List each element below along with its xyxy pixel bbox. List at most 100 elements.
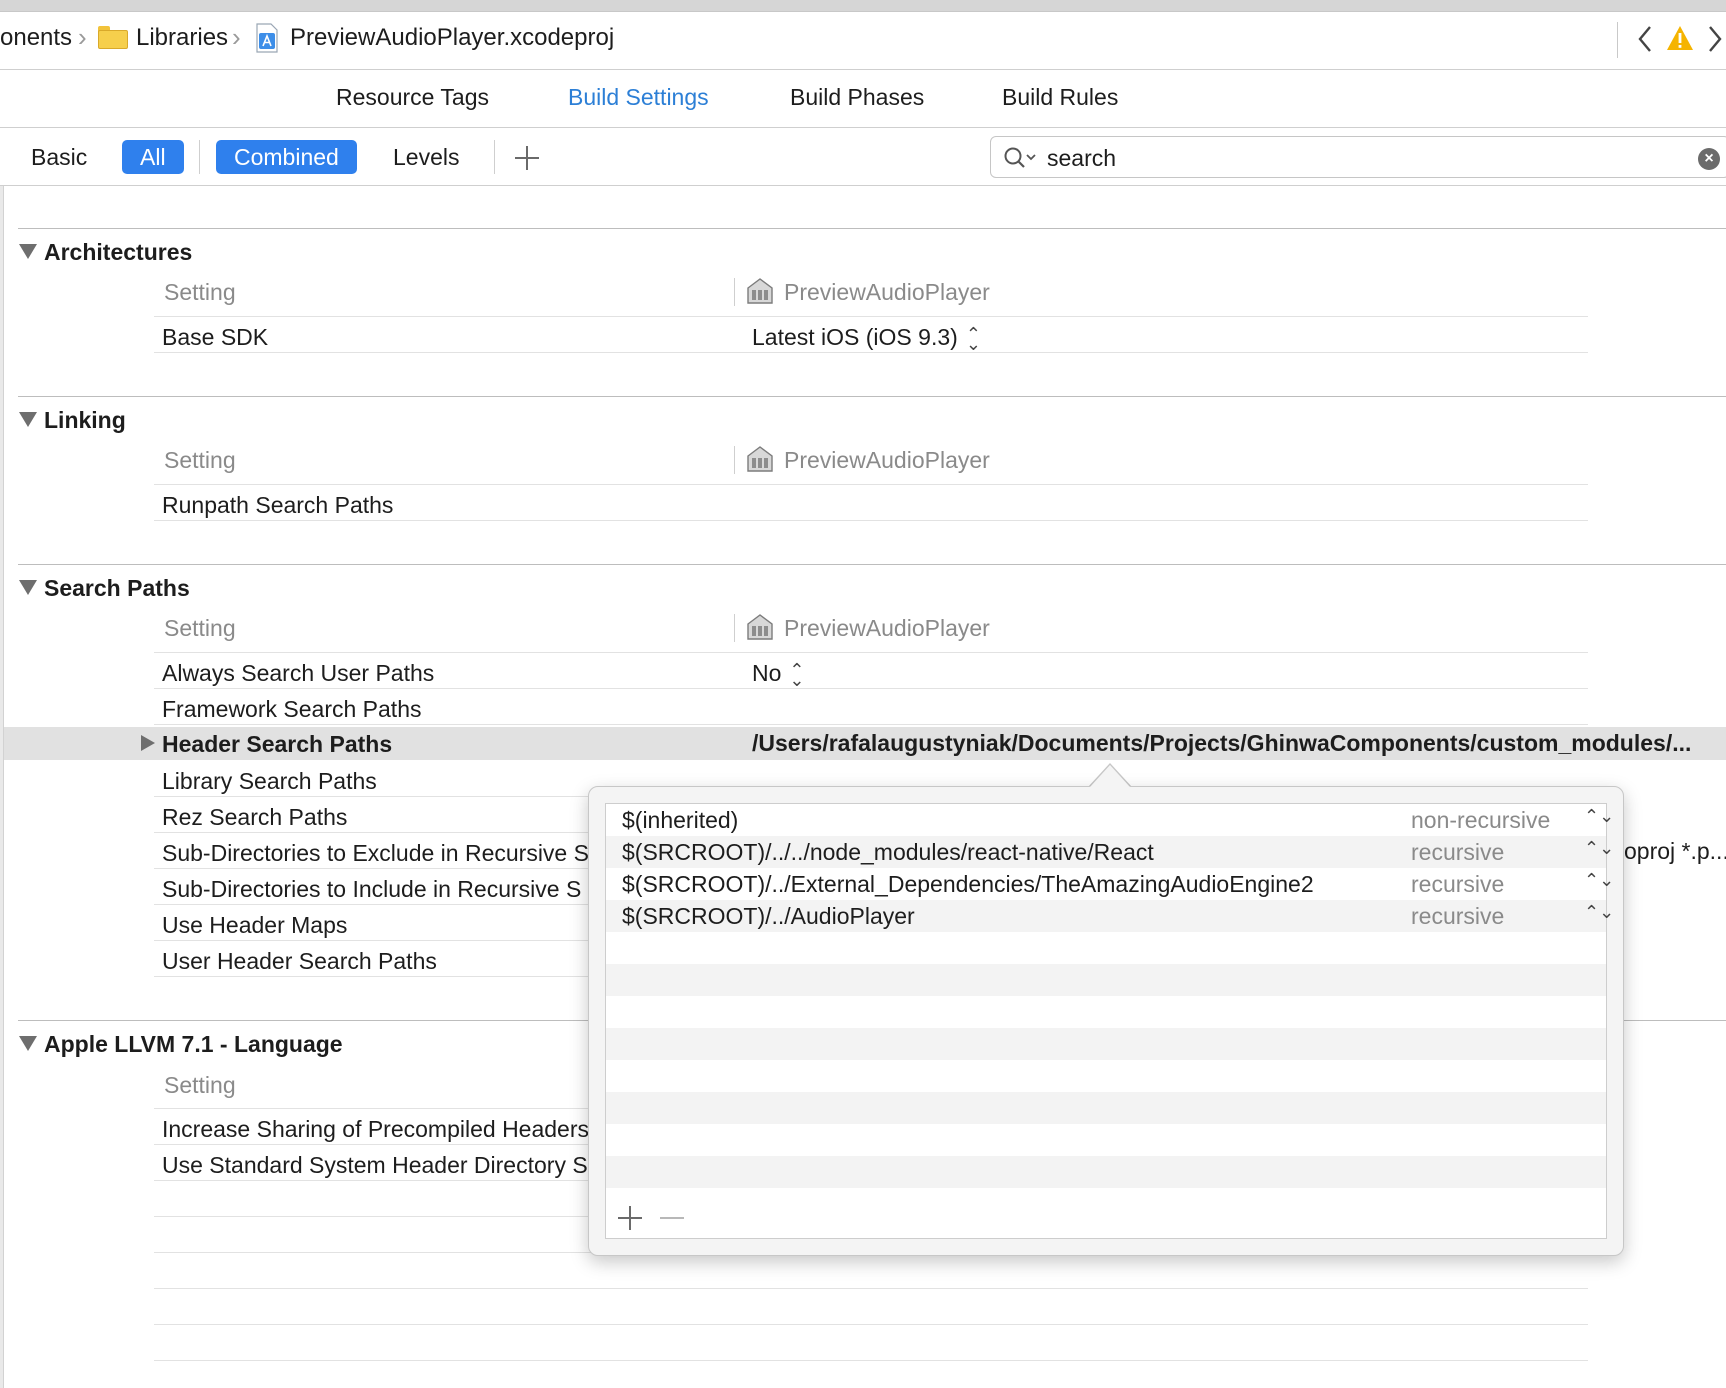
column-header-target: PreviewAudioPlayer: [784, 447, 990, 473]
group-title-linking[interactable]: Linking: [44, 407, 126, 434]
header-search-paths-popover: $(inherited) non-recursive ⌃⌄ $(SRCROOT)…: [588, 786, 1624, 1256]
column-header-setting: Setting: [164, 279, 236, 305]
empty-list-row: [606, 1092, 1606, 1124]
list-item-path[interactable]: $(SRCROOT)/../External_Dependencies/TheA…: [622, 871, 1314, 898]
back-chevron-icon[interactable]: [1636, 24, 1654, 60]
folder-icon: [98, 26, 128, 49]
list-item[interactable]: $(SRCROOT)/../../node_modules/react-nati…: [606, 836, 1614, 868]
disclosure-triangle-icon[interactable]: [141, 735, 155, 751]
row-divider: [154, 724, 1588, 725]
row-divider: [154, 484, 1588, 485]
filter-basic-button[interactable]: Basic: [13, 140, 105, 174]
empty-list-row: [606, 1124, 1606, 1156]
list-item[interactable]: $(SRCROOT)/../External_Dependencies/TheA…: [606, 868, 1614, 900]
tab-resource-tags[interactable]: Resource Tags: [336, 84, 489, 111]
setting-value-always-search-user-paths[interactable]: No ⌃ ⌄: [752, 660, 805, 689]
xcodeproj-icon: [255, 23, 279, 53]
empty-list-row: [606, 964, 1606, 996]
row-divider: [154, 1288, 1588, 1289]
row-divider: [154, 352, 1588, 353]
add-setting-icon[interactable]: [515, 146, 539, 170]
disclosure-triangle-icon[interactable]: [19, 1036, 37, 1051]
breadcrumb-libraries[interactable]: Libraries: [136, 24, 228, 52]
disclosure-triangle-icon[interactable]: [19, 580, 37, 595]
disclosure-triangle-icon[interactable]: [19, 244, 37, 259]
tab-build-rules[interactable]: Build Rules: [1002, 84, 1118, 111]
breadcrumb-project[interactable]: onents: [0, 24, 72, 52]
stepper-icon[interactable]: ⌃⌄: [1584, 838, 1614, 859]
list-item-mode[interactable]: recursive: [1411, 903, 1504, 930]
group-title-llvm-language[interactable]: Apple LLVM 7.1 - Language: [44, 1031, 343, 1058]
remove-icon[interactable]: [660, 1217, 684, 1219]
stepper-icon[interactable]: ⌃⌄: [1584, 806, 1614, 827]
row-divider: [154, 1360, 1588, 1361]
list-item-mode[interactable]: recursive: [1411, 871, 1504, 898]
list-item-path[interactable]: $(SRCROOT)/../AudioPlayer: [622, 903, 915, 930]
search-input-value[interactable]: search: [1047, 145, 1116, 172]
breadcrumb-xcodeproj[interactable]: PreviewAudioPlayer.xcodeproj: [290, 24, 614, 52]
column-header-target: PreviewAudioPlayer: [784, 279, 990, 305]
setting-value-base-sdk[interactable]: Latest iOS (iOS 9.3) ⌃ ⌄: [752, 324, 981, 353]
row-divider: [154, 316, 1588, 317]
group-title-architectures[interactable]: Architectures: [44, 239, 192, 266]
stepper-icon[interactable]: ⌃⌄: [966, 325, 981, 353]
list-item-path[interactable]: $(SRCROOT)/../../node_modules/react-nati…: [622, 839, 1154, 866]
tab-build-settings[interactable]: Build Settings: [568, 84, 709, 111]
window-top-strip: [0, 0, 1726, 12]
build-settings-filter-bar: Basic All Combined Levels search ×: [0, 128, 1726, 186]
target-building-icon: [745, 612, 775, 642]
clear-search-icon[interactable]: ×: [1698, 148, 1720, 170]
disclosure-triangle-icon[interactable]: [19, 412, 37, 427]
left-edge-border: [0, 186, 4, 1388]
setting-value-subdirectories-exclude[interactable]: oproj *.p...: [1624, 838, 1726, 865]
stepper-icon[interactable]: ⌃⌄: [1584, 902, 1614, 923]
empty-list-row: [606, 1060, 1606, 1092]
filter-combined-button[interactable]: Combined: [216, 140, 357, 174]
editor-tab-bar: Resource Tags Build Settings Build Phase…: [0, 70, 1726, 128]
setting-label-runpath-search-paths: Runpath Search Paths: [162, 492, 394, 518]
empty-list-row: [606, 1156, 1606, 1188]
setting-label-subdirectories-include: Sub-Directories to Include in Recursive …: [162, 876, 582, 902]
row-divider: [154, 652, 1588, 653]
column-header-setting: Setting: [164, 447, 236, 473]
setting-label-subdirectories-exclude: Sub-Directories to Exclude in Recursive …: [162, 840, 589, 866]
setting-label-user-header-search-paths: User Header Search Paths: [162, 948, 437, 974]
setting-label-use-standard-system-header: Use Standard System Header Directory S: [162, 1152, 588, 1178]
breadcrumb-separator: ›: [232, 22, 241, 52]
group-title-search-paths[interactable]: Search Paths: [44, 575, 190, 602]
column-header-setting: Setting: [164, 1072, 236, 1098]
column-header-target: PreviewAudioPlayer: [784, 615, 990, 641]
group-divider: [18, 564, 1726, 565]
stepper-icon[interactable]: ⌃⌄: [789, 661, 804, 689]
breadcrumb-separator: ›: [78, 22, 87, 52]
row-divider: [154, 688, 1588, 689]
column-divider: [734, 446, 735, 474]
forward-chevron-icon[interactable]: [1706, 24, 1724, 60]
list-item-mode[interactable]: recursive: [1411, 839, 1504, 866]
list-item-mode[interactable]: non-recursive: [1411, 807, 1550, 834]
row-divider: [154, 520, 1588, 521]
tab-build-phases[interactable]: Build Phases: [790, 84, 924, 111]
add-icon[interactable]: [618, 1206, 642, 1230]
setting-label-rez-search-paths: Rez Search Paths: [162, 804, 348, 830]
search-field[interactable]: search ×: [990, 136, 1726, 178]
setting-label-framework-search-paths: Framework Search Paths: [162, 696, 422, 722]
jump-bar-divider: [1617, 22, 1618, 58]
filter-levels-button[interactable]: Levels: [375, 140, 477, 174]
filter-all-button[interactable]: All: [122, 140, 184, 174]
list-item[interactable]: $(SRCROOT)/../AudioPlayer recursive ⌃⌄: [606, 900, 1614, 932]
stepper-icon[interactable]: ⌃⌄: [1584, 870, 1614, 891]
list-item[interactable]: $(inherited) non-recursive ⌃⌄: [606, 804, 1614, 836]
group-divider: [18, 396, 1726, 397]
filter-divider: [494, 140, 495, 174]
setting-label-use-header-maps: Use Header Maps: [162, 912, 348, 938]
column-divider: [734, 278, 735, 306]
warning-icon[interactable]: [1666, 25, 1694, 57]
empty-list-row: [606, 996, 1606, 1028]
list-item-path[interactable]: $(inherited): [622, 807, 738, 834]
setting-label-header-search-paths: Header Search Paths: [162, 731, 393, 757]
setting-value-header-search-paths[interactable]: /Users/rafalaugustyniak/Documents/Projec…: [752, 730, 1716, 757]
setting-label-always-search-user-paths: Always Search User Paths: [162, 660, 435, 686]
jump-bar: onents › Libraries › PreviewAudioPlayer.…: [0, 12, 1726, 70]
row-divider: [154, 1324, 1588, 1325]
